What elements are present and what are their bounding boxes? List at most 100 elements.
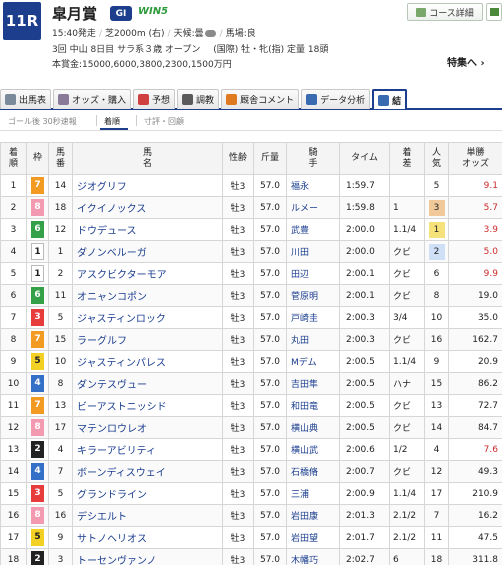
table-row: 15 3 5 グランドライン 牡3 57.0 三浦 2:00.9 1.1/4 17 210.9: [0, 482, 502, 505]
frame-cell: 5: [26, 350, 49, 373]
course-detail-button[interactable]: コース詳細: [407, 3, 483, 21]
win-odds: 86.2: [448, 372, 502, 395]
frame-number: 4: [31, 375, 44, 392]
subtab-active-indicator: [100, 128, 128, 130]
table-row: 14 4 7 ボーンディスウェイ 牡3 57.0 石橋脩 2:00.7 クビ 12 49.3: [0, 460, 502, 483]
weight: 57.0: [253, 328, 287, 351]
column-header: 枠: [26, 142, 49, 175]
jockey-link[interactable]: 和田竜: [286, 394, 340, 417]
jockey-link[interactable]: 横山武: [286, 438, 340, 461]
jockey-link[interactable]: 田辺: [286, 262, 340, 285]
tab-5[interactable]: データ分析: [301, 89, 371, 109]
jockey-link[interactable]: 福永: [286, 174, 340, 197]
horse-name-link[interactable]: キラーアビリティ: [72, 438, 223, 461]
horse-name-link[interactable]: ビーアストニッシド: [72, 394, 223, 417]
tab-4[interactable]: 厩舎コメント: [221, 89, 300, 109]
horse-name-link[interactable]: ジャスティンパレス: [72, 350, 223, 373]
weight: 57.0: [253, 174, 287, 197]
tab-label: 結: [392, 96, 402, 107]
finish-position: 11: [0, 394, 27, 417]
weight: 57.0: [253, 196, 287, 219]
jockey-link[interactable]: 川田: [286, 240, 340, 263]
margin: 1.1/4: [389, 482, 425, 505]
sex-age: 牡3: [222, 284, 254, 307]
horse-name-link[interactable]: マテンロウレオ: [72, 416, 223, 439]
sex-age: 牡3: [222, 416, 254, 439]
tab-0[interactable]: 出馬表: [0, 89, 52, 109]
sex-age: 牡3: [222, 240, 254, 263]
frame-number: 6: [31, 287, 44, 304]
course-distance: 芝2000m (右): [104, 29, 165, 39]
horse-name-link[interactable]: トーセンヴァンノ: [72, 548, 223, 565]
tab-3[interactable]: 調教: [177, 89, 220, 109]
tab-label: 厩舎コメント: [240, 96, 295, 106]
jockey-link[interactable]: 吉田隼: [286, 372, 340, 395]
column-header: 斤量: [253, 142, 287, 175]
tab-2[interactable]: 予想: [133, 89, 176, 109]
jockey-link[interactable]: 丸田: [286, 328, 340, 351]
table-row: 7 3 5 ジャスティンロック 牡3 57.0 戸崎圭 2:00.3 3/4 10 35.0: [0, 306, 502, 329]
result-icon: [378, 94, 390, 106]
race-time: 2:00.7: [339, 460, 390, 483]
sex-age: 牡3: [222, 548, 254, 565]
jockey-link[interactable]: ルメー: [286, 196, 340, 219]
weight: 57.0: [253, 284, 287, 307]
jockey-link[interactable]: 武豊: [286, 218, 340, 241]
popularity: 9: [433, 356, 440, 367]
horse-name-link[interactable]: ドウデュース: [72, 218, 223, 241]
jockey-link[interactable]: 岩田康: [286, 504, 340, 527]
jockey-link[interactable]: 岩田望: [286, 526, 340, 549]
jockey-link[interactable]: 石橋脩: [286, 460, 340, 483]
stopwatch-icon: [182, 94, 194, 105]
tab-label: 予想: [152, 96, 171, 106]
column-header: 単勝 オッズ: [448, 142, 502, 175]
expand-icon: [489, 8, 499, 16]
column-header: 着 差: [389, 142, 425, 175]
finish-position: 2: [0, 196, 27, 219]
jockey-link[interactable]: 戸崎圭: [286, 306, 340, 329]
horse-name-link[interactable]: イクイノックス: [72, 196, 223, 219]
margin: 1/2: [389, 438, 425, 461]
jockey-link[interactable]: 横山典: [286, 416, 340, 439]
special-feature-link[interactable]: 特集へ ›: [447, 54, 485, 69]
race-time: 2:01.3: [339, 504, 390, 527]
popularity: 1: [428, 221, 445, 238]
win5-logo: WIN5: [138, 6, 169, 17]
horse-name-link[interactable]: グランドライン: [72, 482, 223, 505]
horse-name-link[interactable]: ジャスティンロック: [72, 306, 223, 329]
subtab-finish-order[interactable]: 着順: [104, 116, 120, 127]
horse-number: 9: [48, 526, 73, 549]
horse-name-link[interactable]: ラーグルフ: [72, 328, 223, 351]
margin: 1.1/4: [389, 350, 425, 373]
horse-name-link[interactable]: アスクビクターモア: [72, 262, 223, 285]
horse-number: 11: [48, 284, 73, 307]
horse-number: 5: [48, 482, 73, 505]
tab-6[interactable]: 結: [372, 89, 408, 109]
expand-button[interactable]: [486, 3, 502, 21]
horse-name-link[interactable]: ダンテスヴュー: [72, 372, 223, 395]
horse-name-link[interactable]: デシエルト: [72, 504, 223, 527]
tab-1[interactable]: オッズ・購入: [53, 89, 132, 109]
horse-name-link[interactable]: オニャンコポン: [72, 284, 223, 307]
frame-number: 3: [31, 485, 44, 502]
jockey-link[interactable]: 三浦: [286, 482, 340, 505]
finish-position: 8: [0, 328, 27, 351]
horse-name-link[interactable]: ジオグリフ: [72, 174, 223, 197]
subtab-goal-flash[interactable]: ゴール後 30秒速報: [8, 116, 77, 127]
frame-cell: 7: [26, 328, 49, 351]
jockey-link[interactable]: 菅原明: [286, 284, 340, 307]
subtab-review[interactable]: 寸評・回顧: [144, 116, 184, 127]
jockey-link[interactable]: Mデム: [286, 350, 340, 373]
weight: 57.0: [253, 372, 287, 395]
weight: 57.0: [253, 482, 287, 505]
win-odds: 210.9: [448, 482, 502, 505]
frame-number: 1: [31, 265, 44, 282]
horse-name-link[interactable]: サトノヘリオス: [72, 526, 223, 549]
frame-cell: 2: [26, 438, 49, 461]
horse-name-link[interactable]: ボーンディスウェイ: [72, 460, 223, 483]
frame-cell: 7: [26, 174, 49, 197]
horse-name-link[interactable]: ダノンベルーガ: [72, 240, 223, 263]
popularity: 6: [433, 268, 440, 279]
margin: クビ: [389, 394, 425, 417]
jockey-link[interactable]: 木幡巧: [286, 548, 340, 565]
